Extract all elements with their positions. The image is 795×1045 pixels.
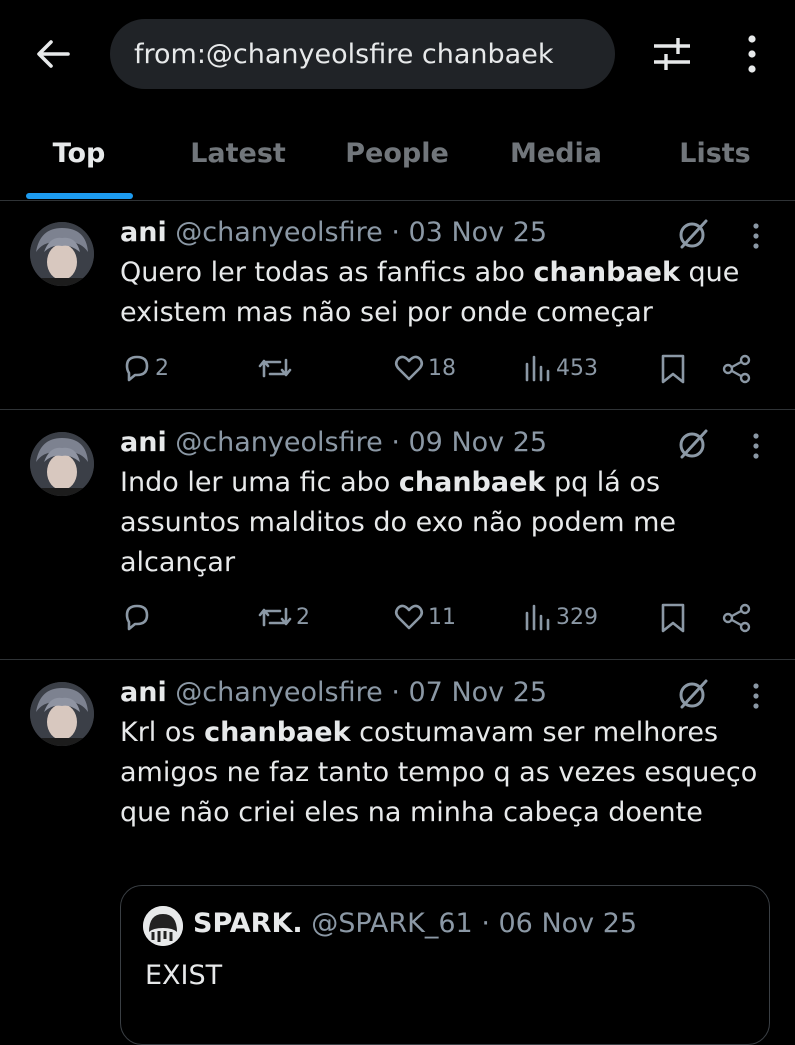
tweet-text: Krl os chanbaek costumavam ser melhores … [120, 717, 758, 828]
user-handle[interactable]: @chanyeolsfire [175, 677, 382, 708]
reply-count: 2 [155, 355, 169, 381]
tweet[interactable]: ani @chanyeolsfire · 09 Nov 25 Indo ler … [0, 410, 795, 660]
highlighted-term: chanbaek [204, 717, 351, 748]
tweet-date[interactable]: 07 Nov 25 [409, 677, 548, 708]
reply-icon [125, 355, 149, 382]
separator: · [391, 217, 400, 248]
repost-count: 2 [296, 604, 310, 630]
like-button[interactable]: 18 [394, 354, 456, 382]
separator: · [391, 427, 400, 458]
repost-button[interactable] [258, 354, 296, 382]
tweet-actions: 2 11 329 [0, 603, 795, 639]
sliders-icon [654, 38, 690, 70]
top-bar [0, 0, 795, 110]
separator: · [481, 908, 490, 939]
heart-icon [394, 604, 424, 630]
tweet-date[interactable]: 09 Nov 25 [409, 427, 548, 458]
like-count: 18 [428, 355, 456, 381]
reply-button[interactable]: 2 [123, 354, 169, 382]
bar-chart-icon [525, 604, 550, 631]
views-button[interactable]: 329 [524, 603, 598, 631]
tweet-header: ani @chanyeolsfire · 07 Nov 25 [120, 677, 547, 708]
tab-people[interactable]: People [345, 138, 449, 169]
quote-date[interactable]: 06 Nov 25 [499, 908, 638, 939]
profile-photo [143, 906, 183, 946]
display-name[interactable]: ani [120, 677, 167, 708]
grok-icon [679, 429, 708, 459]
view-count: 453 [556, 355, 598, 381]
share-button[interactable] [722, 354, 752, 384]
reply-button[interactable] [123, 603, 155, 631]
bookmark-button[interactable] [660, 603, 686, 633]
quote-header: SPARK. @SPARK_61 · 06 Nov 25 [193, 908, 637, 939]
vertical-dots-icon [753, 683, 759, 709]
vertical-dots-icon [753, 223, 759, 249]
quote-handle[interactable]: @SPARK_61 [311, 908, 473, 939]
user-handle[interactable]: @chanyeolsfire [175, 427, 382, 458]
highlighted-term: chanbaek [533, 257, 680, 288]
quoted-tweet[interactable]: SPARK. @SPARK_61 · 06 Nov 25 EXIST [120, 885, 770, 1045]
bar-chart-icon [525, 355, 550, 382]
tweet-more-button[interactable] [748, 682, 764, 712]
tab-lists[interactable]: Lists [679, 138, 751, 169]
tweet-more-button[interactable] [748, 432, 764, 462]
quote-text: EXIST [145, 960, 223, 991]
more-options-button[interactable] [738, 33, 766, 75]
highlighted-term: chanbaek [398, 467, 546, 498]
tweet-more-button[interactable] [748, 222, 764, 252]
grok-icon [679, 679, 708, 709]
tab-media[interactable]: Media [510, 138, 602, 169]
bookmark-icon [661, 354, 685, 384]
like-button[interactable]: 11 [394, 603, 456, 631]
search-bar[interactable] [110, 19, 615, 89]
profile-photo [30, 432, 94, 496]
share-icon [722, 603, 751, 633]
user-handle[interactable]: @chanyeolsfire [175, 217, 382, 248]
profile-photo [30, 222, 94, 286]
bookmark-icon [661, 603, 685, 633]
tab-top[interactable]: Top [53, 138, 106, 169]
tweet[interactable]: ani @chanyeolsfire · 03 Nov 25 Quero ler… [0, 200, 795, 410]
like-count: 11 [428, 604, 456, 630]
active-tab-indicator [26, 193, 133, 199]
repost-icon [258, 358, 292, 378]
repost-icon [258, 607, 292, 627]
avatar[interactable] [30, 222, 94, 286]
quote-display-name[interactable]: SPARK. [193, 908, 303, 939]
quote-avatar[interactable] [143, 906, 183, 946]
separator: · [391, 677, 400, 708]
vertical-dots-icon [748, 35, 756, 73]
tweet-header: ani @chanyeolsfire · 03 Nov 25 [120, 217, 547, 248]
tweet-text: Quero ler todas as fanfics abo chanbaek … [120, 257, 740, 328]
search-filter-button[interactable] [648, 34, 696, 74]
bookmark-button[interactable] [660, 354, 686, 384]
share-button[interactable] [722, 603, 752, 633]
search-tabs: Top Latest People Media Lists [0, 120, 795, 201]
grok-icon [679, 219, 708, 249]
avatar[interactable] [30, 682, 94, 746]
view-count: 329 [556, 604, 598, 630]
display-name[interactable]: ani [120, 427, 167, 458]
reply-icon [125, 604, 149, 631]
views-button[interactable]: 453 [524, 354, 598, 382]
heart-icon [394, 355, 424, 381]
vertical-dots-icon [753, 433, 759, 459]
tab-latest[interactable]: Latest [190, 138, 286, 169]
grok-button[interactable] [676, 217, 710, 251]
display-name[interactable]: ani [120, 217, 167, 248]
share-icon [722, 354, 751, 384]
arrow-left-icon [37, 40, 70, 68]
tweet-text: Indo ler uma fic abo chanbaek pq lá os a… [120, 467, 676, 578]
grok-button[interactable] [676, 677, 710, 711]
tweet-date[interactable]: 03 Nov 25 [409, 217, 548, 248]
avatar[interactable] [30, 432, 94, 496]
profile-photo [30, 682, 94, 746]
repost-button[interactable]: 2 [258, 603, 310, 631]
grok-button[interactable] [676, 427, 710, 461]
tweet-header: ani @chanyeolsfire · 09 Nov 25 [120, 427, 547, 458]
tweet-actions: 2 18 453 [0, 354, 795, 390]
search-input[interactable] [134, 38, 594, 70]
back-button[interactable] [30, 34, 76, 74]
